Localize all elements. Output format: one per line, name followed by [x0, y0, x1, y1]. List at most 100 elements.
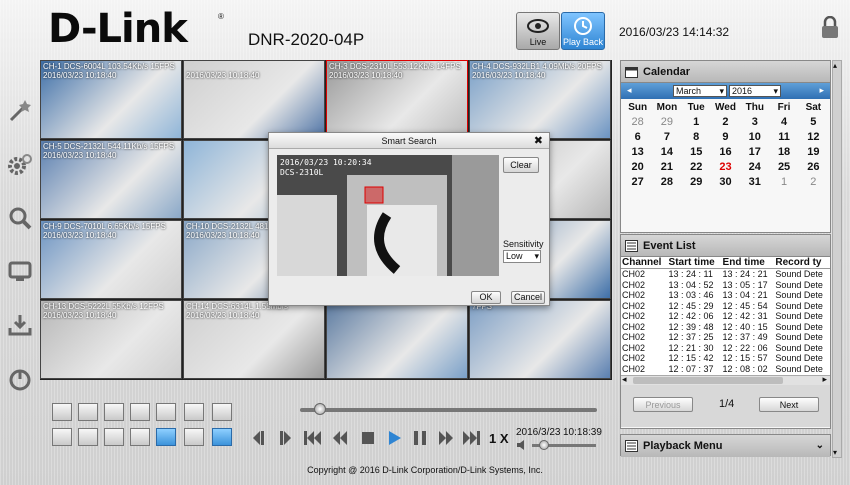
- cancel-button[interactable]: Cancel: [511, 291, 545, 304]
- layout-4-button[interactable]: [78, 403, 98, 421]
- previous-event-icon[interactable]: [250, 428, 270, 448]
- table-row[interactable]: CH02 12 : 07 : 37 12 : 08 : 02 Sound Dete: [621, 364, 830, 375]
- dialog-close-icon[interactable]: ✖: [534, 134, 543, 147]
- pause-icon[interactable]: [410, 428, 430, 448]
- prev-month-icon[interactable]: ◂: [627, 85, 632, 96]
- calendar-day[interactable]: 2: [711, 116, 740, 128]
- calendar-day[interactable]: 7: [652, 131, 681, 143]
- event-list-header[interactable]: Event List: [621, 235, 830, 257]
- calendar-day[interactable]: 30: [711, 176, 740, 188]
- stop-icon[interactable]: [358, 428, 378, 448]
- monitor-icon[interactable]: [7, 258, 33, 284]
- year-select[interactable]: 2016: [729, 85, 781, 97]
- scroll-up-icon[interactable]: ▴: [833, 61, 837, 70]
- scroll-right-icon[interactable]: ▸: [822, 374, 827, 385]
- volume-slider-thumb[interactable]: [539, 440, 549, 450]
- playback-menu-panel[interactable]: Playback Menu ⌄: [620, 434, 831, 457]
- event-column-header[interactable]: Record ty: [774, 257, 830, 269]
- camera-tile[interactable]: CH-9 DCS-7010L 6.65Kb/s 15FPS 2016/03/23 …: [40, 220, 182, 299]
- calendar-day[interactable]: 15: [682, 146, 711, 158]
- live-button[interactable]: Live: [516, 12, 560, 50]
- calendar-header[interactable]: Calendar: [621, 61, 830, 83]
- right-panel-scrollbar[interactable]: ▴ ▾: [832, 60, 842, 458]
- calendar-day[interactable]: 29: [682, 176, 711, 188]
- camera-tile[interactable]: CH-14 DCS-6314L 1.55Mb/s 2016/03/23 10:18…: [183, 300, 325, 379]
- table-row[interactable]: CH02 12 : 15 : 42 12 : 15 : 57 Sound Dete: [621, 353, 830, 364]
- calendar-day[interactable]: 31: [740, 176, 769, 188]
- layout-12-button[interactable]: [104, 428, 124, 446]
- skip-back-icon[interactable]: [302, 428, 322, 448]
- calendar-day[interactable]: 16: [711, 146, 740, 158]
- calendar-day[interactable]: 5: [799, 116, 828, 128]
- calendar-day[interactable]: 20: [623, 161, 652, 173]
- camera-tile[interactable]: CH-4 DCS-932LB1 4.09Mb/s 20FPS 2016/03/23…: [469, 60, 611, 139]
- layout-6-button[interactable]: [104, 403, 124, 421]
- sequence-button[interactable]: [184, 428, 204, 446]
- camera-tile[interactable]: 7FPS: [469, 300, 611, 379]
- scroll-left-icon[interactable]: ◂: [622, 374, 627, 385]
- camera-tile[interactable]: CH-3 DCS-2310L 553.12Kb/s 14FPS 2016/03/2…: [326, 60, 468, 139]
- calendar-day[interactable]: 9: [711, 131, 740, 143]
- calendar-day[interactable]: 17: [740, 146, 769, 158]
- osd-button[interactable]: [212, 428, 232, 446]
- table-row[interactable]: CH02 13 : 03 : 46 13 : 04 : 21 Sound Dete: [621, 290, 830, 301]
- layout-13-button[interactable]: [78, 428, 98, 446]
- playback-button[interactable]: Play Back: [561, 12, 605, 50]
- sensitivity-select[interactable]: Low ▾: [503, 250, 541, 263]
- calendar-day[interactable]: 13: [623, 146, 652, 158]
- calendar-day[interactable]: 27: [623, 176, 652, 188]
- scroll-down-icon[interactable]: ▾: [833, 448, 837, 457]
- calendar-day[interactable]: 23: [711, 161, 740, 173]
- settings-gear-icon[interactable]: [7, 152, 33, 178]
- calendar-day[interactable]: 14: [652, 146, 681, 158]
- camera-tile[interactable]: CH-13 DCS-5222L 55Kb/s 12FPS 2016/03/23 1…: [40, 300, 182, 379]
- scroll-thumb[interactable]: [633, 377, 783, 384]
- camera-tile[interactable]: 2016/03/23 10:18:40: [183, 60, 325, 139]
- timeline-slider-thumb[interactable]: [314, 403, 326, 415]
- rewind-icon[interactable]: [330, 428, 350, 448]
- next-button[interactable]: Next: [759, 397, 819, 412]
- download-tray-icon[interactable]: [7, 312, 33, 338]
- logout-power-icon[interactable]: [7, 366, 33, 392]
- layout-8-button[interactable]: [156, 403, 176, 421]
- calendar-day[interactable]: 28: [652, 176, 681, 188]
- calendar-day[interactable]: 1: [682, 116, 711, 128]
- playback-menu-header[interactable]: Playback Menu ⌄: [621, 435, 830, 457]
- layout-9-button[interactable]: [130, 403, 150, 421]
- event-column-header[interactable]: Channel: [621, 257, 668, 269]
- next-month-icon[interactable]: ▸: [819, 85, 824, 96]
- camera-tile[interactable]: [326, 300, 468, 379]
- event-horizontal-scrollbar[interactable]: ◂ ▸: [621, 374, 830, 385]
- calendar-day[interactable]: 21: [652, 161, 681, 173]
- event-column-header[interactable]: End time: [721, 257, 775, 269]
- previous-button[interactable]: Previous: [633, 397, 693, 412]
- smart-search-preview[interactable]: 2016/03/23 10:20:34 DCS-2310L: [277, 155, 499, 276]
- month-select[interactable]: March: [673, 85, 727, 97]
- ok-button[interactable]: OK: [471, 291, 501, 304]
- speaker-icon[interactable]: [516, 440, 528, 453]
- layout-n-button[interactable]: [184, 403, 204, 421]
- calendar-day[interactable]: 4: [769, 116, 798, 128]
- calendar-day[interactable]: 28: [623, 116, 652, 128]
- timeline-slider[interactable]: [300, 408, 597, 412]
- table-row[interactable]: CH02 13 : 24 : 11 13 : 24 : 21 Sound Dete: [621, 269, 830, 280]
- calendar-day[interactable]: 2: [799, 176, 828, 188]
- skip-forward-icon[interactable]: [462, 428, 482, 448]
- layout-1-button[interactable]: [52, 403, 72, 421]
- table-row[interactable]: CH02 13 : 04 : 52 13 : 05 : 17 Sound Dete: [621, 280, 830, 291]
- calendar-day[interactable]: 19: [799, 146, 828, 158]
- calendar-day[interactable]: 25: [769, 161, 798, 173]
- table-row[interactable]: CH02 12 : 42 : 06 12 : 42 : 31 Sound Dete: [621, 311, 830, 322]
- table-row[interactable]: CH02 12 : 39 : 48 12 : 40 : 15 Sound Dete: [621, 322, 830, 333]
- table-row[interactable]: CH02 12 : 37 : 25 12 : 37 : 49 Sound Dete: [621, 332, 830, 343]
- calendar-day[interactable]: 12: [799, 131, 828, 143]
- clear-button[interactable]: Clear: [503, 157, 539, 173]
- calendar-day[interactable]: 3: [740, 116, 769, 128]
- calendar-day[interactable]: 18: [769, 146, 798, 158]
- calendar-day[interactable]: 29: [652, 116, 681, 128]
- fullscreen-button[interactable]: [212, 403, 232, 421]
- play-icon[interactable]: [384, 428, 404, 448]
- calendar-day[interactable]: 24: [740, 161, 769, 173]
- calendar-day[interactable]: 22: [682, 161, 711, 173]
- table-row[interactable]: CH02 12 : 45 : 29 12 : 45 : 54 Sound Dete: [621, 301, 830, 312]
